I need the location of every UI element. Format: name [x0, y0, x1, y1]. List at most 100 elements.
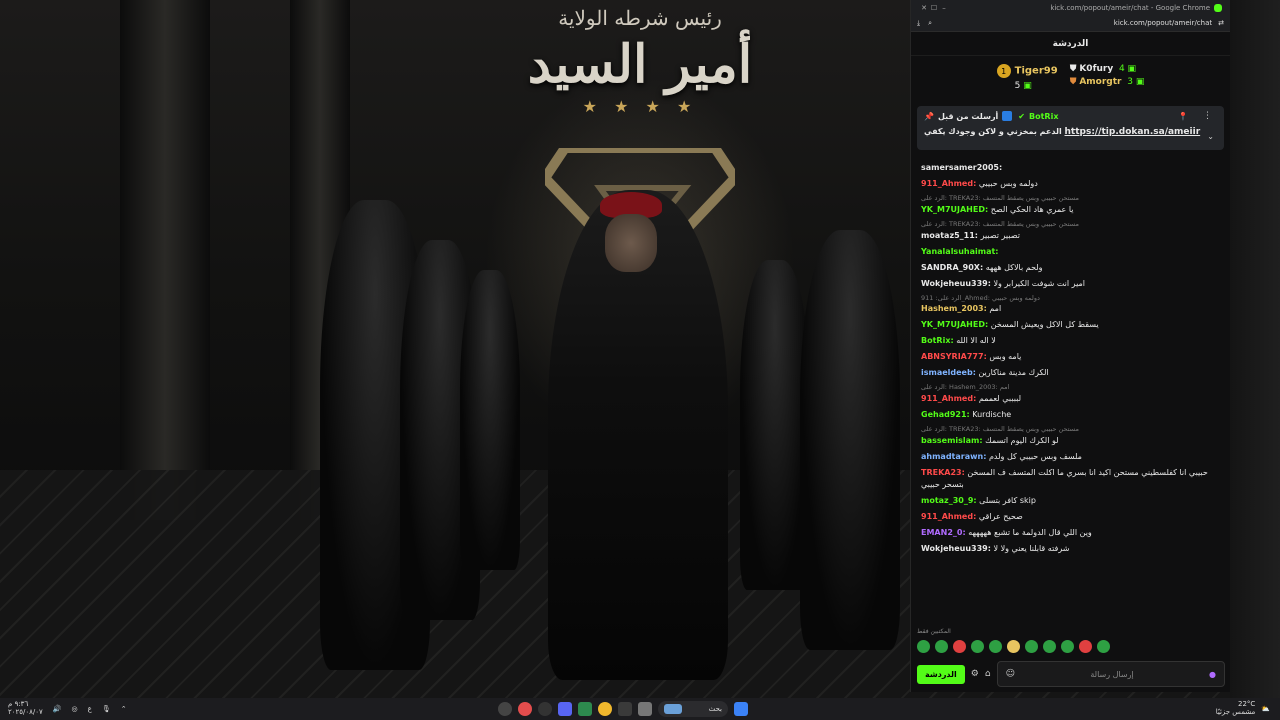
reply-context[interactable]: الرد على: 911_Ahmed: دولمه وبس حبيبي: [921, 294, 1220, 304]
search-box[interactable]: بحث: [658, 701, 728, 717]
emote-icon[interactable]: [1025, 640, 1038, 653]
reply-context[interactable]: الرد على: TREKA23: مستحن حبيبي وبس يصقط …: [921, 220, 1220, 230]
site-settings-icon[interactable]: ⇄: [1218, 19, 1224, 27]
chat-username[interactable]: samersamer2005:: [921, 163, 1002, 172]
chat-username[interactable]: TREKA23:: [921, 468, 965, 477]
start-icon[interactable]: [734, 702, 748, 716]
emote-icon[interactable]: [935, 640, 948, 653]
chat-username[interactable]: EMAN2_0:: [921, 528, 966, 537]
emote-icon[interactable]: [953, 640, 966, 653]
app-icon[interactable]: [578, 702, 592, 716]
mic-icon[interactable]: 🎙: [102, 705, 111, 713]
chat-message[interactable]: BotRix: لا اله الا الله: [921, 335, 1220, 347]
send-chat-button[interactable]: الدردشة: [917, 664, 965, 684]
chat-message[interactable]: الرد على: 911_Ahmed: دولمه وبس حبيبي Hash…: [921, 294, 1220, 316]
chevron-up-icon[interactable]: ⌃: [121, 705, 127, 713]
chat-message[interactable]: Yanalalsuhaimat:: [921, 246, 1220, 258]
chat-message[interactable]: samersamer2005:: [921, 162, 1220, 174]
more-options-icon[interactable]: ⋮: [1203, 111, 1212, 121]
leaderboard-first[interactable]: 1 Tiger99 5 ▣: [996, 64, 1058, 96]
language-indicator[interactable]: ع: [88, 705, 92, 713]
emote-icon[interactable]: [1097, 640, 1110, 653]
volume-icon[interactable]: 🔊: [53, 705, 62, 713]
chat-username[interactable]: ahmadtarawn:: [921, 452, 986, 461]
chat-text: لو الكرك اليوم اتسمك: [985, 435, 1059, 445]
chat-message[interactable]: 911_Ahmed: صحيح عراقي: [921, 511, 1220, 523]
chat-username[interactable]: SANDRA_90X:: [921, 263, 983, 272]
chat-message[interactable]: الرد على: TREKA23: مستحن حبيبي وبس يصقط …: [921, 425, 1220, 447]
chat-username[interactable]: Gehad921:: [921, 410, 970, 419]
unpin-icon[interactable]: 📍: [1178, 112, 1188, 121]
discord-icon[interactable]: [558, 702, 572, 716]
chat-username[interactable]: 911_Ahmed:: [921, 512, 976, 521]
chat-username[interactable]: YK_M7UJAHED:: [921, 320, 988, 329]
chat-message[interactable]: ahmadtarawn: ملسف وبس حبيبي كل ولدم: [921, 451, 1220, 463]
emote-icon[interactable]: [917, 640, 930, 653]
emote-icon[interactable]: [1061, 640, 1074, 653]
message-input[interactable]: ☺ إرسال رسالة ●: [996, 661, 1225, 687]
pinned-sender[interactable]: BotRix: [1029, 112, 1058, 121]
chat-username[interactable]: Wokjeheuu339:: [921, 544, 991, 553]
chat-message[interactable]: ABNSYRIA777: يامه وبس: [921, 351, 1220, 363]
emote-icon[interactable]: [971, 640, 984, 653]
microphone-icon[interactable]: ●: [1209, 670, 1216, 679]
chat-username[interactable]: Yanalalsuhaimat:: [921, 247, 998, 256]
chat-username[interactable]: moataz5_11:: [921, 231, 978, 240]
chat-message[interactable]: Wokjeheuu339: امير انت شوفت الكيرابر ولا: [921, 278, 1220, 290]
emoji-picker-icon[interactable]: ☺: [1006, 669, 1015, 679]
chat-message[interactable]: TREKA23: حبيبي انا كفلسطيني مستحن اكيد ا…: [921, 467, 1220, 491]
minimize-window-icon[interactable]: –: [939, 4, 949, 12]
weather-widget[interactable]: 22°C مشمس جزئيًا ⛅: [1216, 700, 1270, 716]
chat-username[interactable]: bassemislam:: [921, 436, 983, 445]
chat-username[interactable]: 911_Ahmed:: [921, 394, 976, 403]
task-view-icon[interactable]: [638, 702, 652, 716]
emote-icon[interactable]: [989, 640, 1002, 653]
chat-message[interactable]: motaz_30_9: كافر بتسلى skip: [921, 495, 1220, 507]
chat-username[interactable]: ismaeldeeb:: [921, 368, 976, 377]
chat-username[interactable]: Hashem_2003:: [921, 304, 987, 313]
chat-message[interactable]: الرد على: TREKA23: مستحن حبيبي وبس يصقط …: [921, 194, 1220, 216]
chat-username[interactable]: Wokjeheuu339:: [921, 279, 991, 288]
reply-context[interactable]: الرد على: TREKA23: مستحن حبيبي وبس يصقط …: [921, 425, 1220, 435]
reply-context[interactable]: الرد على: TREKA23: مستحن حبيبي وبس يصقط …: [921, 194, 1220, 204]
message-list[interactable]: samersamer2005: 911_Ahmed: دولمه وبس حبي…: [911, 156, 1230, 626]
zoom-icon[interactable]: ⌕: [928, 19, 932, 28]
chat-message[interactable]: SANDRA_90X: ولحم بالاكل هههه: [921, 262, 1220, 274]
chat-message[interactable]: Gehad921: Kurdische: [921, 409, 1220, 421]
emote-icon[interactable]: [1079, 640, 1092, 653]
address-bar[interactable]: ⤓ ⌕ kick.com/popout/ameir/chat ⇄: [911, 15, 1230, 32]
chat-message[interactable]: 911_Ahmed: دولمه وبس حبيبي: [921, 178, 1220, 190]
app-icon[interactable]: [518, 702, 532, 716]
chat-message[interactable]: الرد على: Hashem_2003: امم 911_Ahmed: لبب…: [921, 383, 1220, 405]
store-icon[interactable]: ⌂: [985, 669, 991, 679]
chat-message[interactable]: Wokjeheuu339: شرفته قابلنا يعني ولا لا: [921, 543, 1220, 555]
file-explorer-icon[interactable]: [618, 702, 632, 716]
chat-username[interactable]: YK_M7UJAHED:: [921, 205, 988, 214]
chat-message[interactable]: EMAN2_0: وين اللي قال الدولمة ما تشبع هه…: [921, 527, 1220, 539]
emote-icon[interactable]: [1043, 640, 1056, 653]
leaderboard-entry[interactable]: ⛊ Amorgtr 3 ▣: [1070, 77, 1145, 87]
chat-username[interactable]: motaz_30_9:: [921, 496, 977, 505]
media-player-icon[interactable]: [538, 702, 552, 716]
settings-gear-icon[interactable]: ⚙: [971, 669, 979, 679]
reply-context[interactable]: الرد على: Hashem_2003: امم: [921, 383, 1220, 393]
chevron-down-icon[interactable]: ⌄: [1207, 132, 1214, 141]
chat-message[interactable]: الرد على: TREKA23: مستحن حبيبي وبس يصقط …: [921, 220, 1220, 242]
leaderboard-entry[interactable]: ⛊ K0fury 4 ▣: [1070, 64, 1145, 74]
download-icon[interactable]: ⤓: [917, 19, 920, 28]
chat-username[interactable]: 911_Ahmed:: [921, 179, 976, 188]
chat-username[interactable]: ABNSYRIA777:: [921, 352, 987, 361]
pinned-message[interactable]: 📌 أرسلت من قبل ✔ BotRix الدعم بمخزني و ل…: [917, 106, 1224, 150]
app-icon[interactable]: [498, 702, 512, 716]
chat-message[interactable]: YK_M7UJAHED: يسقط كل الاكل ويعيش المسخن: [921, 319, 1220, 331]
chat-message[interactable]: ismaeldeeb: الكرك مدينة مناكارين: [921, 367, 1220, 379]
maximize-window-icon[interactable]: ☐: [929, 4, 939, 12]
network-icon[interactable]: ◎: [72, 705, 78, 713]
close-window-icon[interactable]: ✕: [919, 4, 929, 12]
pinned-link[interactable]: https://tip.dokan.sa/ameiir: [1065, 127, 1201, 137]
chat-username[interactable]: BotRix:: [921, 336, 954, 345]
clock[interactable]: ٩:٣٦ م ٢٠٢٥/٠٨/٠٧: [8, 700, 43, 716]
url-text[interactable]: kick.com/popout/ameir/chat: [1114, 19, 1212, 27]
emote-icon[interactable]: [1007, 640, 1020, 653]
chrome-icon[interactable]: [598, 702, 612, 716]
